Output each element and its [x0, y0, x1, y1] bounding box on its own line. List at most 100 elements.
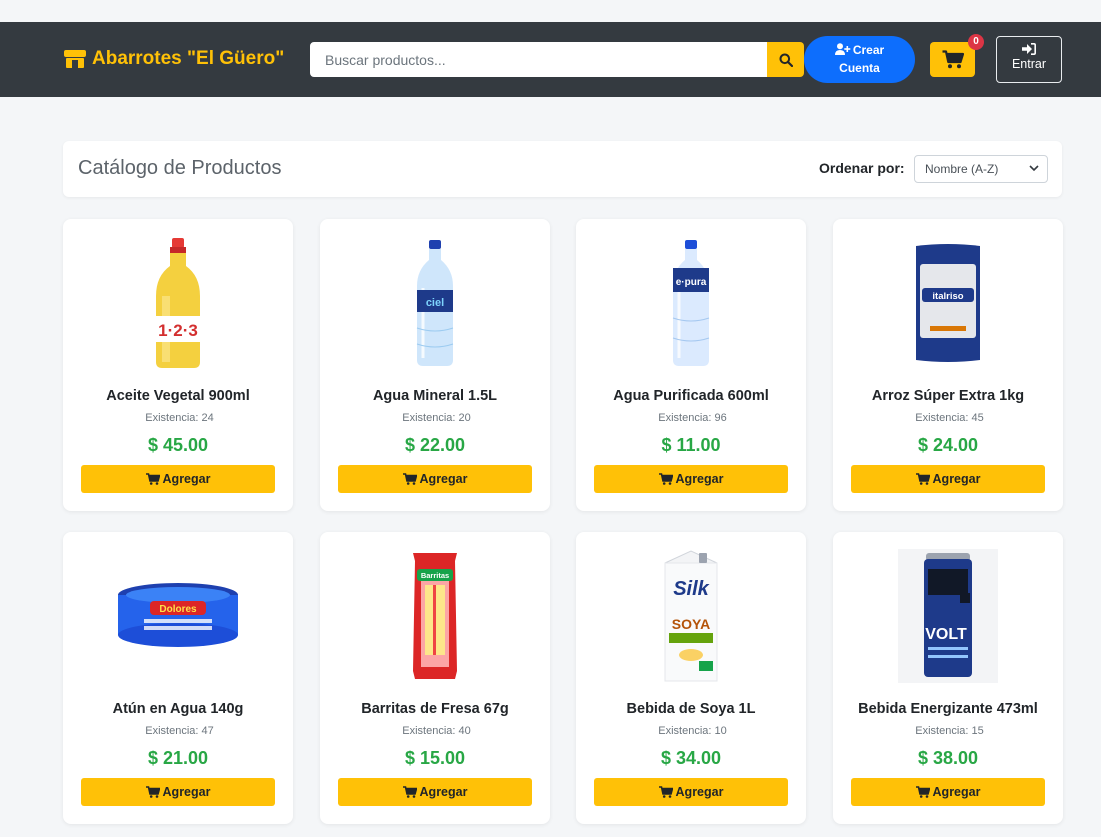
add-to-cart-label: Agregar: [162, 472, 211, 486]
stock-value: 24: [201, 412, 214, 424]
product-price: $ 34.00: [660, 748, 722, 768]
stock-value: 10: [714, 725, 727, 737]
svg-text:SOYA: SOYA: [672, 616, 710, 632]
add-to-cart-label: Agregar: [419, 785, 468, 799]
product-price: $ 38.00: [917, 748, 979, 768]
stock-label: Existencia:: [915, 412, 969, 424]
stock-label: Existencia:: [658, 412, 712, 424]
user-plus-icon: [834, 43, 851, 55]
add-to-cart-label: Agregar: [932, 785, 981, 799]
stock-label: Existencia:: [658, 725, 712, 737]
product-card: e·pura Agua Purificada 600ml Existencia:…: [576, 219, 806, 511]
product-stock: Existencia: 24: [63, 412, 293, 424]
brand-logo[interactable]: Abarrotes "El Güero": [63, 46, 284, 72]
product-name: Agua Mineral 1.5L: [372, 388, 498, 404]
add-to-cart-button[interactable]: Agregar: [851, 778, 1045, 806]
cart-plus-icon: [402, 786, 417, 798]
cart-plus-icon: [402, 473, 417, 485]
add-to-cart-button[interactable]: Agregar: [851, 465, 1045, 493]
svg-text:italriso: italriso: [932, 291, 963, 302]
rice-bag-icon: italriso: [916, 244, 980, 362]
add-to-cart-label: Agregar: [932, 472, 981, 486]
stock-value: 15: [971, 725, 984, 737]
product-stock: Existencia: 45: [833, 412, 1063, 424]
cart-button[interactable]: [930, 42, 975, 77]
product-stock: Existencia: 20: [320, 412, 550, 424]
svg-text:VOLT: VOLT: [925, 626, 967, 643]
create-account-button[interactable]: Crear Cuenta: [804, 36, 915, 83]
product-price: $ 11.00: [661, 435, 721, 455]
product-stock: Existencia: 47: [63, 725, 293, 737]
add-to-cart-button[interactable]: Agregar: [338, 778, 532, 806]
sort-select[interactable]: Nombre (A-Z): [914, 155, 1048, 183]
cart-plus-icon: [915, 786, 930, 798]
product-image-tuna-can[interactable]: Dolores: [113, 548, 243, 684]
stock-value: 96: [714, 412, 727, 424]
product-name: Atún en Agua 140g: [112, 701, 244, 717]
svg-text:ciel: ciel: [426, 297, 444, 309]
create-account-label: Crear: [852, 43, 885, 57]
login-button[interactable]: Entrar: [996, 36, 1062, 83]
product-card: 1·2·3 Aceite Vegetal 900ml Existencia: 24…: [63, 219, 293, 511]
search-bar: [310, 42, 804, 77]
catalog-header: Catálogo de Productos Ordenar por: Nombr…: [63, 141, 1062, 197]
product-image-energy-can[interactable]: VOLT: [898, 548, 998, 684]
add-to-cart-label: Agregar: [675, 472, 724, 486]
cart-icon: [942, 50, 964, 69]
create-account-label-2: Cuenta: [839, 61, 880, 75]
stock-label: Existencia:: [145, 725, 199, 737]
add-to-cart-button[interactable]: Agregar: [594, 778, 788, 806]
product-price: $ 15.00: [404, 748, 466, 768]
product-stock: Existencia: 96: [576, 412, 806, 424]
bar-pack-icon: Barritas: [413, 553, 457, 679]
energy-can-icon: VOLT: [898, 549, 998, 683]
add-to-cart-label: Agregar: [675, 785, 724, 799]
cart-plus-icon: [915, 473, 930, 485]
add-to-cart-button[interactable]: Agregar: [594, 465, 788, 493]
product-image-oil-bottle[interactable]: 1·2·3: [128, 235, 228, 371]
product-image-bar-pack[interactable]: Barritas: [385, 548, 485, 684]
cart-plus-icon: [145, 786, 160, 798]
product-name: Aceite Vegetal 900ml: [106, 388, 250, 404]
stock-label: Existencia:: [402, 725, 456, 737]
chevron-down-icon: [1029, 165, 1039, 172]
search-icon: [779, 53, 793, 67]
product-name: Barritas de Fresa 67g: [361, 701, 509, 717]
cart-plus-icon: [145, 473, 160, 485]
product-card: italriso Arroz Súper Extra 1kg Existenci…: [833, 219, 1063, 511]
search-button[interactable]: [767, 42, 804, 77]
product-stock: Existencia: 10: [576, 725, 806, 737]
product-name: Bebida Energizante 473ml: [858, 701, 1038, 717]
svg-text:Barritas: Barritas: [421, 571, 449, 580]
water-bottle-icon: ciel: [416, 240, 454, 366]
product-image-water-bottle-small[interactable]: e·pura: [641, 235, 741, 371]
store-icon: [64, 50, 86, 68]
svg-text:e·pura: e·pura: [676, 277, 707, 288]
svg-text:Silk: Silk: [673, 578, 709, 600]
product-stock: Existencia: 15: [833, 725, 1063, 737]
product-name: Arroz Súper Extra 1kg: [871, 388, 1025, 404]
product-price: $ 21.00: [147, 748, 209, 768]
product-image-soy-carton[interactable]: Silk SOYA: [641, 548, 741, 684]
add-to-cart-label: Agregar: [162, 785, 211, 799]
sign-in-icon: [1022, 43, 1036, 55]
stock-label: Existencia:: [915, 725, 969, 737]
add-to-cart-button[interactable]: Agregar: [81, 778, 275, 806]
search-input[interactable]: [310, 42, 767, 77]
product-image-water-bottle[interactable]: ciel: [385, 235, 485, 371]
cart-plus-icon: [658, 473, 673, 485]
brand-name: Abarrotes "El Güero": [92, 48, 285, 69]
product-card: Dolores Atún en Agua 140g Existencia: 47 …: [63, 532, 293, 824]
navbar: Abarrotes "El Güero" Crear Cuenta: [0, 22, 1101, 97]
oil-bottle-icon: 1·2·3: [156, 238, 200, 368]
sort-label: Ordenar por:: [819, 160, 905, 176]
stock-value: 45: [971, 412, 984, 424]
stock-value: 47: [201, 725, 214, 737]
product-price: $ 45.00: [147, 435, 209, 455]
product-card: VOLT Bebida Energizante 473ml Existencia…: [833, 532, 1063, 824]
product-image-rice-bag[interactable]: italriso: [898, 235, 998, 371]
add-to-cart-button[interactable]: Agregar: [81, 465, 275, 493]
soy-carton-icon: Silk SOYA: [664, 550, 718, 682]
add-to-cart-label: Agregar: [419, 472, 468, 486]
add-to-cart-button[interactable]: Agregar: [338, 465, 532, 493]
